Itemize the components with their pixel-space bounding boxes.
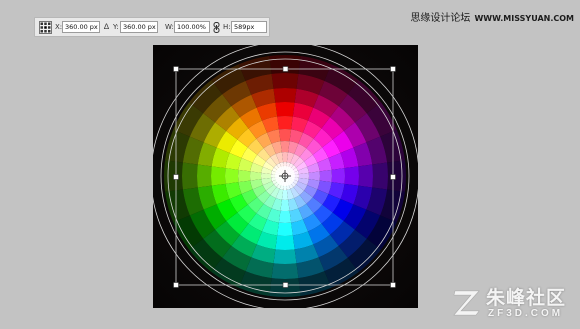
transform-center-icon[interactable] — [279, 170, 291, 182]
x-position-field[interactable]: 360.00 px — [62, 21, 100, 33]
zf3d-logo-icon — [453, 290, 480, 316]
watermark-top: 思缘设计论坛 WWW.MISSYUAN.COM — [410, 9, 574, 24]
watermark-bottom: 朱峰社区 ZF3D.COM — [452, 283, 572, 323]
transform-handle-top-left[interactable] — [173, 66, 179, 72]
transform-overlay — [153, 45, 418, 308]
y-label: Y: — [113, 23, 119, 31]
link-icon[interactable] — [213, 22, 220, 33]
reference-point-icon[interactable] — [39, 21, 52, 34]
width-field[interactable]: 100.00% — [174, 21, 210, 33]
delta-icon[interactable]: ∆ — [104, 22, 109, 32]
transform-handle-right[interactable] — [390, 174, 396, 180]
document-canvas[interactable] — [153, 45, 418, 308]
transform-options-bar: X: 360.00 px ∆ Y: 360.00 px W: 100.00% H… — [34, 17, 270, 37]
watermark-brand-cn: 朱峰社区 — [486, 287, 567, 309]
transform-handle-top[interactable] — [282, 66, 289, 72]
w-label: W: — [165, 23, 174, 31]
guide-circle-outer — [153, 45, 418, 308]
watermark-site-url: WWW.MISSYUAN.COM — [474, 14, 574, 23]
transform-handle-bottom-left[interactable] — [173, 282, 179, 288]
y-position-field[interactable]: 360.00 px — [120, 21, 158, 33]
transform-handle-top-right[interactable] — [390, 66, 396, 72]
transform-handle-left[interactable] — [173, 174, 179, 180]
transform-handle-bottom[interactable] — [282, 282, 289, 288]
watermark-site-name: 思缘设计论坛 — [410, 13, 471, 24]
h-label: H: — [223, 23, 231, 31]
height-field[interactable]: 589px — [231, 21, 267, 33]
watermark-brand-en: ZF3D.COM — [488, 308, 564, 319]
transform-handle-bottom-right[interactable] — [390, 282, 396, 288]
transform-bounding-box[interactable] — [175, 68, 394, 286]
